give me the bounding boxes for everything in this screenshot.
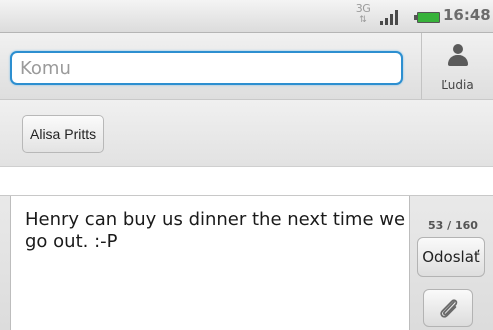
to-field[interactable]	[10, 51, 403, 85]
people-button-label: Ľudia	[441, 78, 474, 92]
recipients-list: Alisa Pritts	[0, 100, 493, 167]
status-bar: 3G ⇅ 16:48	[0, 0, 493, 33]
character-counter: 53 / 160	[428, 219, 478, 232]
signal-icon	[380, 9, 400, 25]
network-3g-icon: 3G ⇅	[352, 3, 374, 29]
message-field[interactable]: Henry can buy us dinner the next time we…	[10, 196, 410, 330]
paperclip-icon	[440, 299, 458, 318]
send-button[interactable]: Odoslať	[417, 237, 485, 277]
spacer	[0, 167, 493, 194]
network-type-label: 3G	[355, 2, 371, 15]
person-icon	[448, 44, 468, 68]
clock: 16:48	[443, 6, 491, 24]
people-button[interactable]: Ľudia	[422, 33, 493, 99]
recipient-bar: Ľudia	[0, 33, 493, 100]
compose-area: Henry can buy us dinner the next time we…	[0, 195, 493, 330]
battery-icon	[414, 12, 440, 23]
recipient-chip[interactable]: Alisa Pritts	[22, 115, 105, 153]
sms-compose-screen: 3G ⇅ 16:48 Ľudia Alisa Pritts Henry can …	[0, 0, 493, 330]
attach-button[interactable]	[423, 289, 473, 327]
